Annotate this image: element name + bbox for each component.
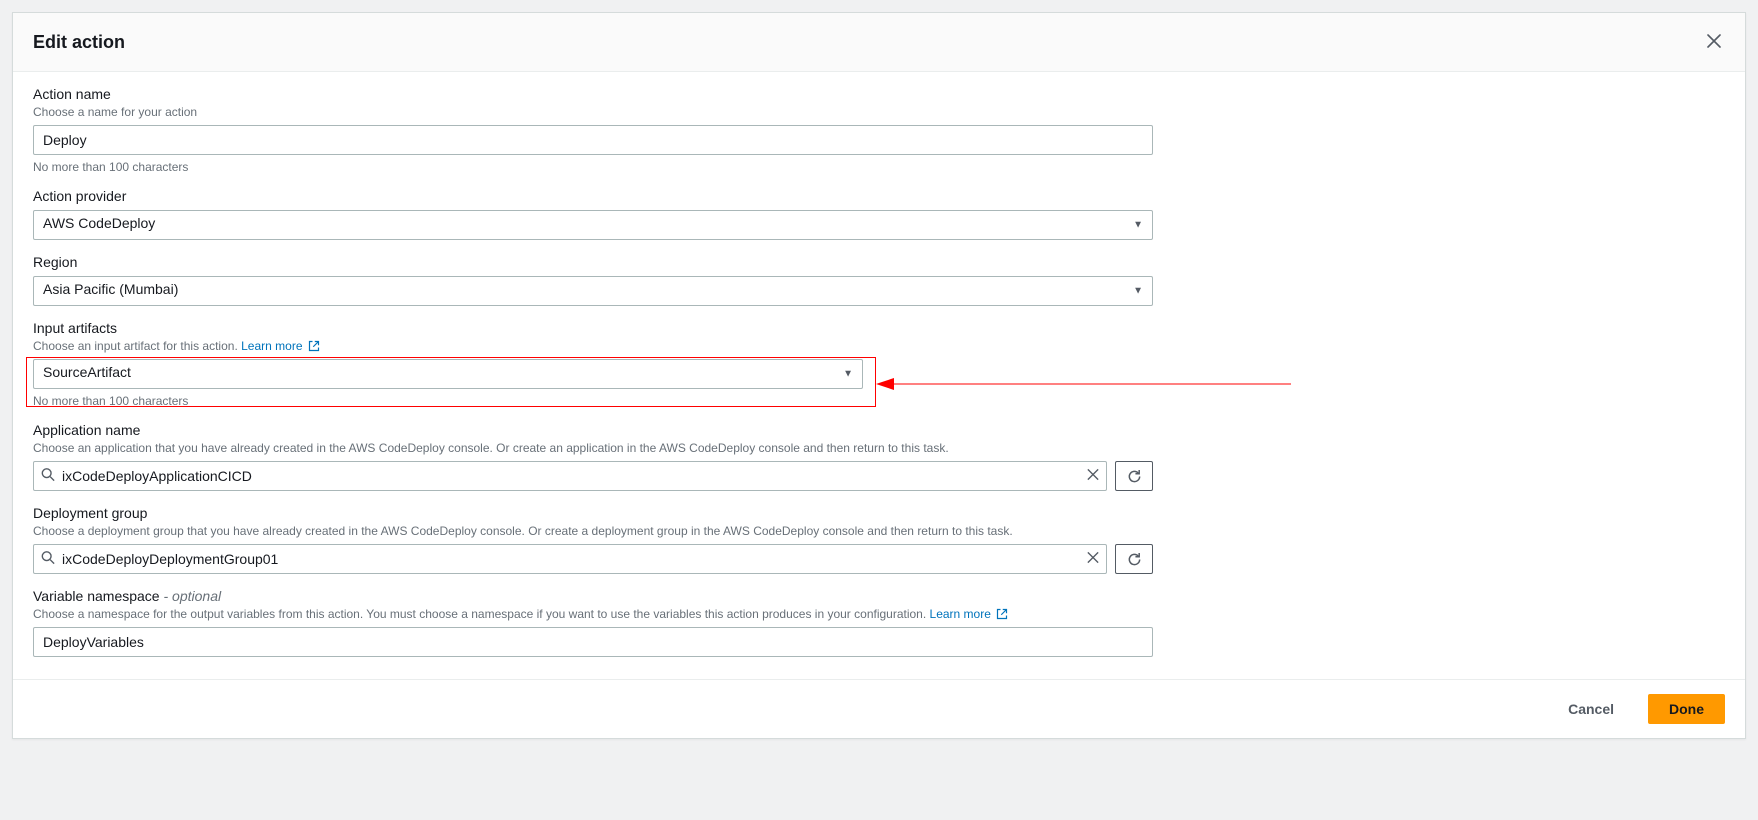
application-name-refresh-button[interactable] (1115, 461, 1153, 491)
deployment-group-hint: Choose a deployment group that you have … (33, 524, 1725, 538)
application-name-hint: Choose an application that you have alre… (33, 441, 1725, 455)
edit-action-modal: Edit action Action name Choose a name fo… (12, 12, 1746, 739)
action-provider-label: Action provider (33, 188, 1725, 204)
refresh-icon (1127, 552, 1142, 567)
modal-title: Edit action (33, 32, 125, 53)
cancel-button[interactable]: Cancel (1548, 694, 1634, 724)
region-label: Region (33, 254, 1725, 270)
variable-namespace-learn-more-link[interactable]: Learn more (930, 607, 1009, 621)
input-artifacts-label: Input artifacts (33, 320, 1725, 336)
application-name-clear-button[interactable] (1087, 469, 1099, 484)
external-link-icon (308, 340, 320, 352)
close-icon (1087, 469, 1099, 481)
input-artifacts-subhint: No more than 100 characters (33, 394, 1725, 408)
modal-header: Edit action (13, 13, 1745, 72)
action-name-subhint: No more than 100 characters (33, 160, 1725, 174)
input-artifacts-hint: Choose an input artifact for this action… (33, 339, 1725, 353)
close-icon (1087, 552, 1099, 564)
annotation-arrow (876, 374, 1296, 394)
application-name-input[interactable] (33, 461, 1107, 491)
variable-namespace-label: Variable namespace - optional (33, 588, 1725, 604)
deployment-group-label: Deployment group (33, 505, 1725, 521)
variable-namespace-hint: Choose a namespace for the output variab… (33, 607, 1725, 621)
optional-suffix: - optional (164, 588, 222, 604)
modal-footer: Cancel Done (13, 679, 1745, 738)
region-select[interactable]: Asia Pacific (Mumbai) (33, 276, 1153, 306)
input-artifacts-group: Input artifacts Choose an input artifact… (33, 320, 1725, 408)
action-name-group: Action name Choose a name for your actio… (33, 86, 1725, 174)
input-artifacts-learn-more-link[interactable]: Learn more (241, 339, 320, 353)
modal-body: Action name Choose a name for your actio… (13, 72, 1745, 679)
external-link-icon (996, 608, 1008, 620)
variable-namespace-group: Variable namespace - optional Choose a n… (33, 588, 1725, 657)
action-provider-select[interactable]: AWS CodeDeploy (33, 210, 1153, 240)
deployment-group-group: Deployment group Choose a deployment gro… (33, 505, 1725, 574)
deployment-group-input[interactable] (33, 544, 1107, 574)
application-name-group: Application name Choose an application t… (33, 422, 1725, 491)
input-artifacts-select[interactable]: SourceArtifact (33, 359, 863, 389)
action-name-label: Action name (33, 86, 1725, 102)
variable-namespace-input[interactable] (33, 627, 1153, 657)
deployment-group-refresh-button[interactable] (1115, 544, 1153, 574)
action-name-input[interactable] (33, 125, 1153, 155)
action-name-hint: Choose a name for your action (33, 105, 1725, 119)
done-button[interactable]: Done (1648, 694, 1725, 724)
region-group: Region Asia Pacific (Mumbai) ▼ (33, 254, 1725, 306)
close-icon (1707, 34, 1721, 48)
application-name-label: Application name (33, 422, 1725, 438)
deployment-group-clear-button[interactable] (1087, 552, 1099, 567)
refresh-icon (1127, 469, 1142, 484)
close-button[interactable] (1703, 29, 1725, 55)
action-provider-group: Action provider AWS CodeDeploy ▼ (33, 188, 1725, 240)
